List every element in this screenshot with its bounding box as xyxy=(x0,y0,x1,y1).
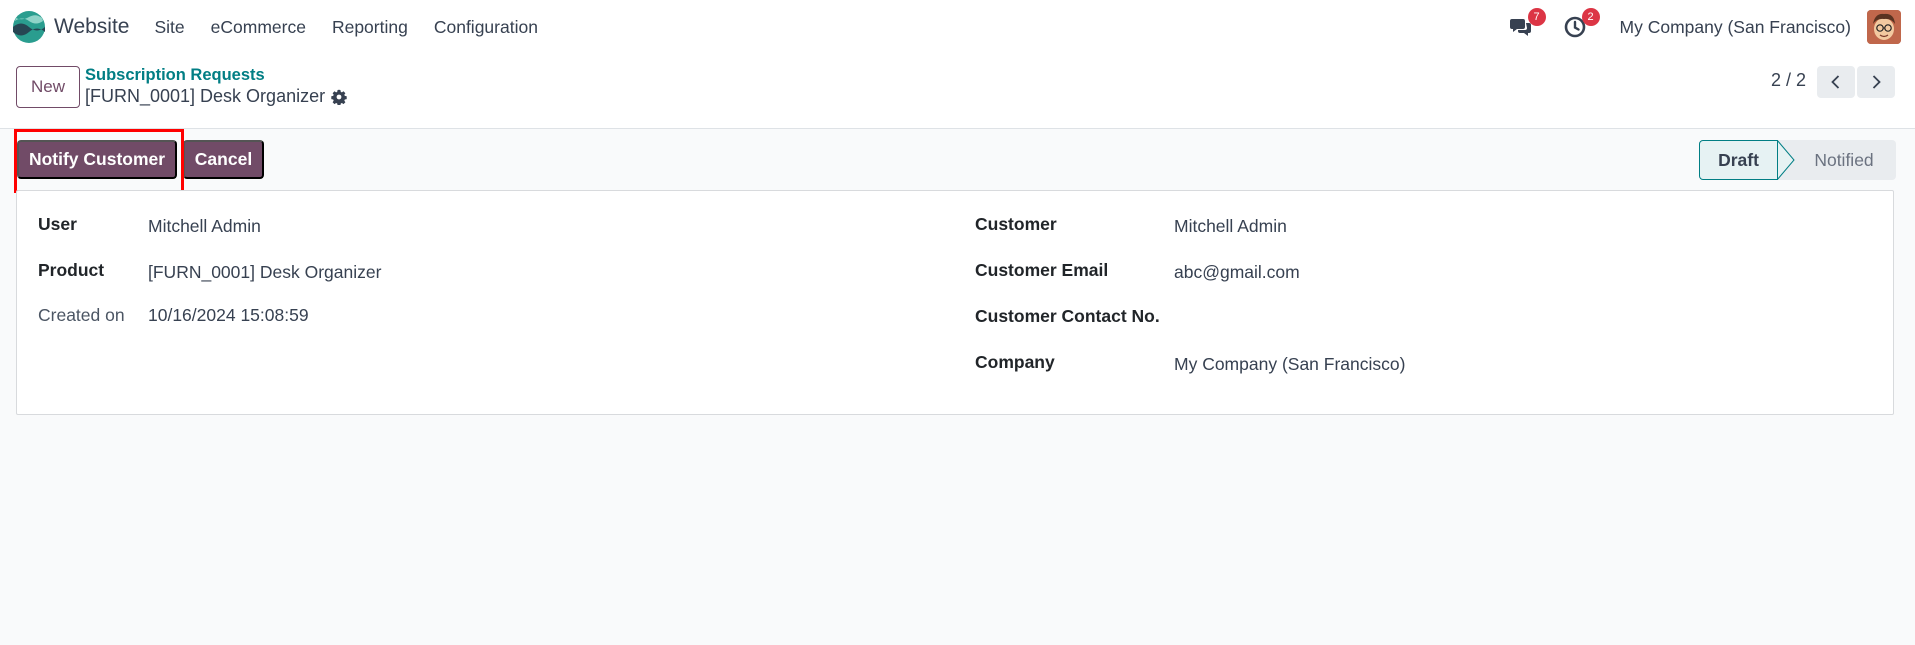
stage-arrow-shape xyxy=(1777,140,1795,180)
control-panel: New Subscription Requests [FURN_0001] De… xyxy=(0,54,1915,129)
menu-item-ecommerce[interactable]: eCommerce xyxy=(198,17,319,38)
field-value-created-on: 10/16/2024 15:08:59 xyxy=(148,305,309,325)
field-label-created-on: Created on xyxy=(38,305,125,325)
field-value-company[interactable]: My Company (San Francisco) xyxy=(1174,354,1405,375)
website-app-icon xyxy=(13,11,45,43)
field-value-customer-email[interactable]: abc@gmail.com xyxy=(1174,262,1300,283)
field-label-customer-email: Customer Email xyxy=(975,260,1109,280)
field-value-user[interactable]: Mitchell Admin xyxy=(148,216,261,237)
cancel-button[interactable]: Cancel xyxy=(183,140,264,179)
stage-draft[interactable]: Draft xyxy=(1699,140,1778,180)
menu-item-reporting[interactable]: Reporting xyxy=(319,17,421,38)
messages-badge: 7 xyxy=(1527,8,1546,26)
user-avatar[interactable] xyxy=(1867,10,1901,44)
pager-next-button[interactable] xyxy=(1857,66,1895,98)
breadcrumb-subscription-requests[interactable]: Subscription Requests xyxy=(85,66,265,85)
main-menu: Site eCommerce Reporting Configuration xyxy=(141,17,550,38)
field-value-customer[interactable]: Mitchell Admin xyxy=(1174,216,1287,237)
systray: 7 2 My Company (San Francisco) xyxy=(1506,0,1915,54)
field-value-product[interactable]: [FURN_0001] Desk Organizer xyxy=(148,262,381,283)
menu-item-site[interactable]: Site xyxy=(141,17,197,38)
activities-button[interactable]: 2 xyxy=(1560,8,1600,42)
form-sheet: User Mitchell Admin Product [FURN_0001] … xyxy=(16,190,1894,415)
company-switcher[interactable]: My Company (San Francisco) xyxy=(1620,17,1851,38)
field-label-customer: Customer xyxy=(975,214,1057,234)
activities-badge: 2 xyxy=(1581,8,1600,26)
field-label-user: User xyxy=(38,214,77,234)
pager-value[interactable]: 2 / 2 xyxy=(1771,70,1806,91)
record-title: [FURN_0001] Desk Organizer xyxy=(85,86,347,107)
new-button[interactable]: New xyxy=(16,66,80,108)
field-label-customer-contact: Customer Contact No. xyxy=(975,306,1160,326)
pager-previous-button[interactable] xyxy=(1817,66,1855,98)
chevron-right-icon xyxy=(1872,75,1881,89)
app-brand[interactable]: Website xyxy=(12,10,129,44)
top-navbar: Website Site eCommerce Reporting Configu… xyxy=(0,0,1915,54)
gear-icon[interactable] xyxy=(331,89,347,105)
avatar-image xyxy=(1867,10,1901,44)
form-statusbar: Notify Customer Cancel Notified Draft xyxy=(0,129,1915,191)
app-name: Website xyxy=(54,15,130,38)
chevron-left-icon xyxy=(1831,75,1840,89)
stage-notified[interactable]: Notified xyxy=(1778,140,1896,180)
record-title-text: [FURN_0001] Desk Organizer xyxy=(85,86,326,106)
notify-customer-button[interactable]: Notify Customer xyxy=(17,140,177,179)
menu-item-configuration[interactable]: Configuration xyxy=(421,17,551,38)
field-label-product: Product xyxy=(38,260,105,280)
field-label-company: Company xyxy=(975,352,1055,372)
messages-button[interactable]: 7 xyxy=(1506,8,1546,42)
